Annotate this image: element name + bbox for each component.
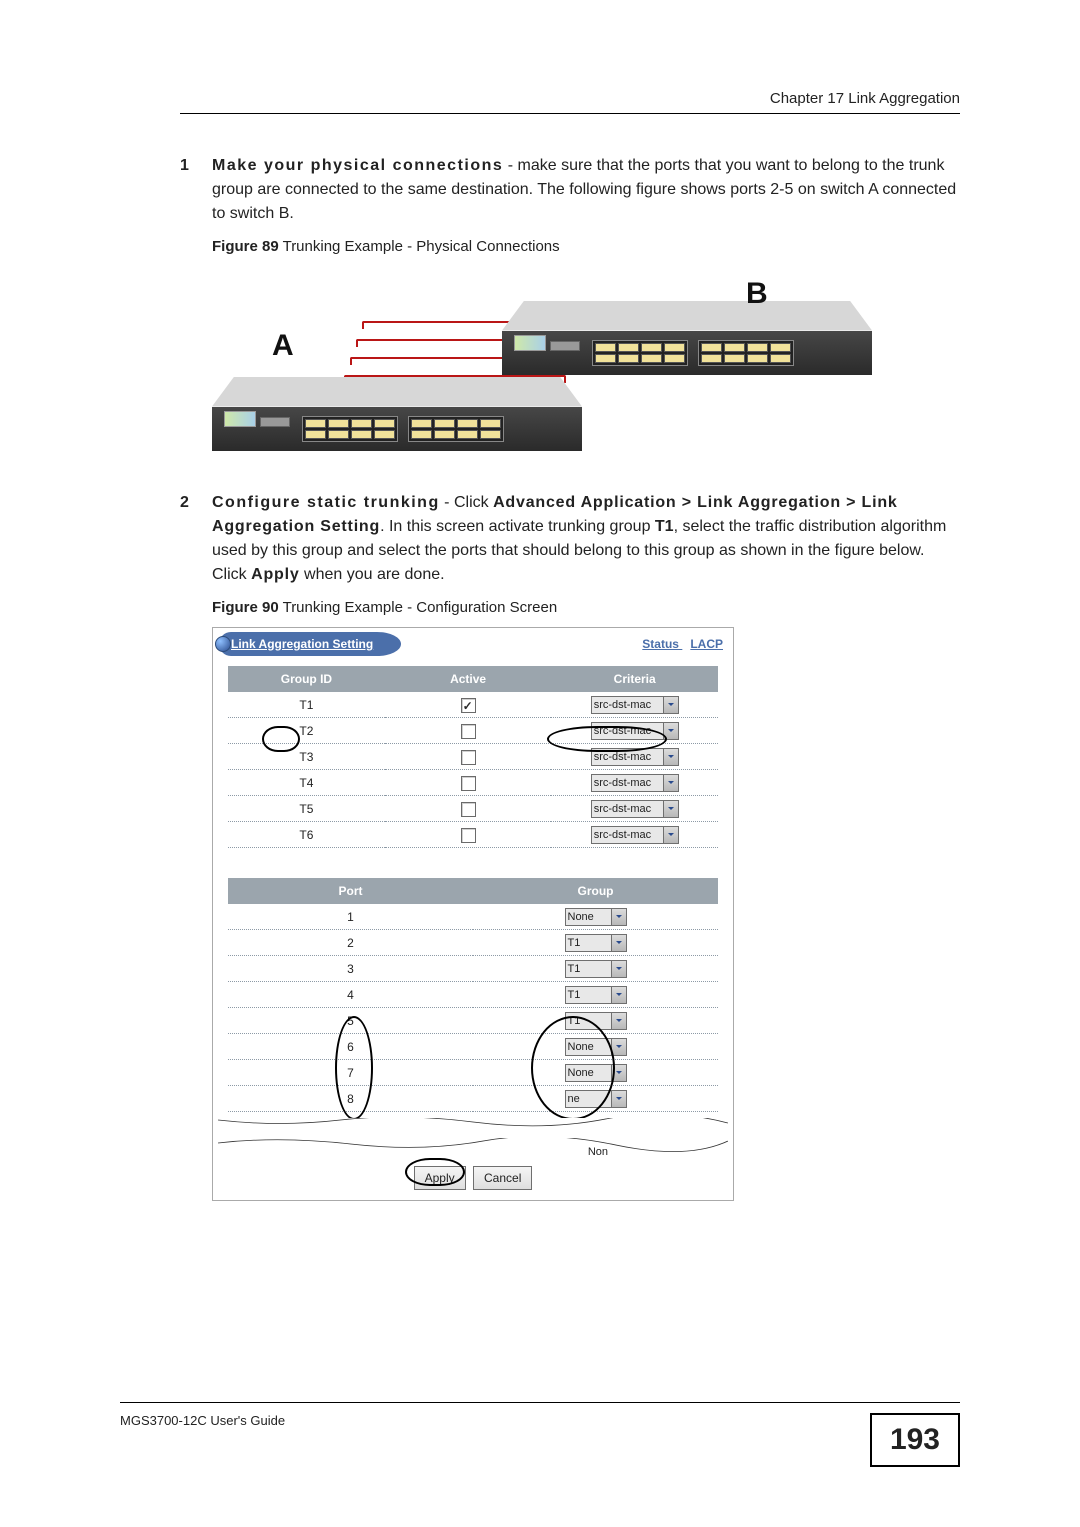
figure90-number: Figure 90	[212, 599, 279, 616]
criteria-select[interactable]: src-dst-mac	[591, 748, 679, 766]
port-row: 6 None	[228, 1034, 718, 1060]
figure90-caption: Figure 90 Trunking Example - Configurati…	[212, 597, 960, 620]
th-port: Port	[228, 878, 473, 904]
step2-m2: . In this screen activate trunking group	[380, 518, 655, 535]
th-active: Active	[385, 666, 552, 692]
group-id-cell: T5	[228, 796, 385, 822]
th-pgroup: Group	[473, 878, 718, 904]
figure90-text: Trunking Example - Configuration Screen	[279, 599, 557, 616]
group-row: T6 src-dst-mac	[228, 822, 718, 848]
torn-label: Non	[588, 1144, 608, 1161]
panel-header: Link Aggregation Setting Status LACP	[213, 628, 733, 660]
cancel-button[interactable]: Cancel	[473, 1166, 532, 1190]
port-table: Port Group 1 None 2 T1 3 T1 4 T1 5 T1 6 None 7 None 8 n…	[228, 878, 718, 1112]
port-group-select[interactable]: None	[565, 908, 627, 926]
step2-grp: T1	[655, 518, 674, 535]
figure89-diagram: A B	[212, 267, 892, 467]
group-row: T5 src-dst-mac	[228, 796, 718, 822]
step2-tail: when you are done.	[300, 566, 445, 583]
port-number-cell: 6	[228, 1034, 473, 1060]
th-group-id: Group ID	[228, 666, 385, 692]
port-row: 1 None	[228, 904, 718, 930]
active-checkbox[interactable]	[461, 828, 476, 843]
group-id-cell: T1	[228, 692, 385, 718]
step2-m1: - Click	[440, 494, 493, 511]
port-row: 7 None	[228, 1060, 718, 1086]
step2-apply: Apply	[251, 566, 299, 583]
active-checkbox[interactable]	[461, 776, 476, 791]
step2-lead: Configure static trunking	[212, 494, 440, 511]
port-group-select[interactable]: T1	[565, 1012, 627, 1030]
active-checkbox[interactable]	[461, 802, 476, 817]
switch-a-icon	[212, 377, 582, 467]
footer-guide: MGS3700-12C User's Guide	[120, 1413, 285, 1428]
group-row: T4 src-dst-mac	[228, 770, 718, 796]
apply-button[interactable]: Apply	[414, 1166, 466, 1190]
group-id-cell: T3	[228, 744, 385, 770]
active-checkbox[interactable]	[461, 698, 476, 713]
active-checkbox[interactable]	[461, 750, 476, 765]
switch-b-label: B	[746, 271, 768, 316]
port-number-cell: 4	[228, 982, 473, 1008]
port-number-cell: 5	[228, 1008, 473, 1034]
port-row: 5 T1	[228, 1008, 718, 1034]
page-number: 193	[870, 1413, 960, 1467]
group-row: T1 src-dst-mac	[228, 692, 718, 718]
port-row: 4 T1	[228, 982, 718, 1008]
group-row: T3 src-dst-mac	[228, 744, 718, 770]
group-table: Group ID Active Criteria T1src-dst-macT2…	[228, 666, 718, 848]
port-number-cell: 1	[228, 904, 473, 930]
link-lacp[interactable]: LACP	[690, 637, 723, 651]
port-group-select[interactable]: None	[565, 1064, 627, 1082]
port-number-cell: 3	[228, 956, 473, 982]
criteria-select[interactable]: src-dst-mac	[591, 800, 679, 818]
port-row: 3 T1	[228, 956, 718, 982]
port-row: 8 ne	[228, 1086, 718, 1112]
group-row: T2 src-dst-mac	[228, 718, 718, 744]
figure89-number: Figure 89	[212, 238, 279, 255]
port-group-select[interactable]: T1	[565, 960, 627, 978]
port-row: 2 T1	[228, 930, 718, 956]
torn-edge: Non	[218, 1118, 728, 1158]
port-group-select[interactable]: ne	[565, 1090, 627, 1108]
step-1: Make your physical connections - make su…	[180, 154, 960, 467]
th-criteria: Criteria	[551, 666, 718, 692]
port-number-cell: 7	[228, 1060, 473, 1086]
port-group-select[interactable]: T1	[565, 986, 627, 1004]
figure89-text: Trunking Example - Physical Connections	[279, 238, 560, 255]
panel-links: Status LACP	[634, 635, 723, 653]
step1-lead: Make your physical connections	[212, 157, 503, 174]
active-checkbox[interactable]	[461, 724, 476, 739]
criteria-select[interactable]: src-dst-mac	[591, 826, 679, 844]
chapter-title: Chapter 17 Link Aggregation	[770, 90, 960, 107]
port-number-cell: 8	[228, 1086, 473, 1112]
port-group-select[interactable]: T1	[565, 934, 627, 952]
group-id-cell: T4	[228, 770, 385, 796]
port-number-cell: 2	[228, 930, 473, 956]
page-footer: MGS3700-12C User's Guide 193	[120, 1402, 960, 1467]
page-header: Chapter 17 Link Aggregation	[180, 90, 960, 114]
criteria-select[interactable]: src-dst-mac	[591, 722, 679, 740]
switch-a-label: A	[272, 323, 294, 368]
port-group-select[interactable]: None	[565, 1038, 627, 1056]
figure89-caption: Figure 89 Trunking Example - Physical Co…	[212, 236, 960, 259]
panel-title-tab[interactable]: Link Aggregation Setting	[219, 632, 401, 656]
figure90-ui: Link Aggregation Setting Status LACP Gro…	[212, 627, 734, 1201]
link-status[interactable]: Status	[642, 637, 679, 651]
group-id-cell: T6	[228, 822, 385, 848]
criteria-select[interactable]: src-dst-mac	[591, 696, 679, 714]
group-id-cell: T2	[228, 718, 385, 744]
criteria-select[interactable]: src-dst-mac	[591, 774, 679, 792]
step-2: Configure static trunking - Click Advanc…	[180, 491, 960, 1202]
